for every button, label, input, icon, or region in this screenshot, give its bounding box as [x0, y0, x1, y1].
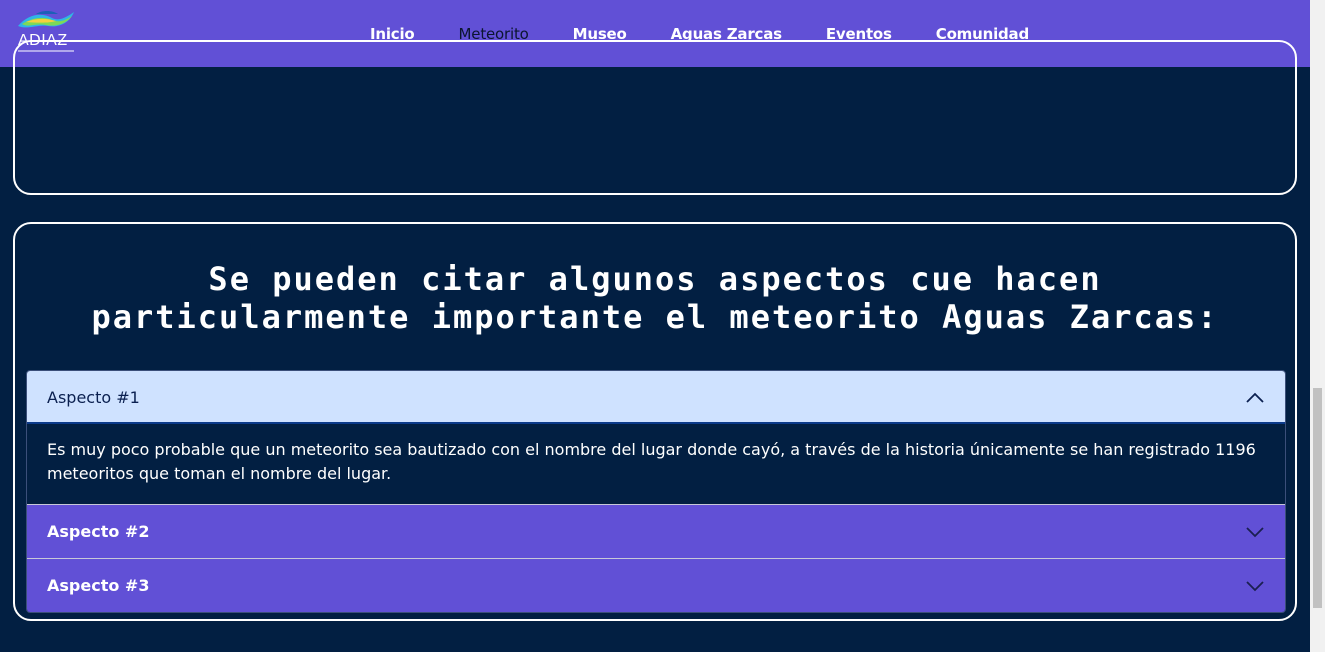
scrollbar-thumb[interactable] [1313, 388, 1322, 608]
chevron-down-icon [1246, 580, 1264, 591]
logo-mark-icon [18, 11, 74, 28]
accordion-title: Aspecto #3 [47, 576, 150, 595]
accordion-item: Aspecto #1 Es muy poco probable que un m… [27, 371, 1285, 505]
previous-section-card [13, 40, 1297, 195]
page-scrollbar[interactable] [1310, 0, 1325, 652]
accordion-header-aspecto-2[interactable]: Aspecto #2 [27, 505, 1285, 558]
section-heading: Se pueden citar algunos aspectos cue hac… [91, 260, 1219, 336]
accordion-title: Aspecto #1 [47, 388, 140, 407]
chevron-up-icon [1246, 392, 1264, 403]
accordion-title: Aspecto #2 [47, 522, 150, 541]
aspects-section-card: Se pueden citar algunos aspectos cue hac… [13, 222, 1297, 621]
aspects-accordion: Aspecto #1 Es muy poco probable que un m… [26, 370, 1286, 613]
accordion-header-aspecto-1[interactable]: Aspecto #1 [27, 371, 1285, 424]
accordion-header-aspecto-3[interactable]: Aspecto #3 [27, 559, 1285, 612]
accordion-item: Aspecto #2 [27, 505, 1285, 559]
chevron-down-icon [1246, 526, 1264, 537]
accordion-body-aspecto-1: Es muy poco probable que un meteorito se… [27, 424, 1285, 504]
accordion-item: Aspecto #3 [27, 559, 1285, 612]
